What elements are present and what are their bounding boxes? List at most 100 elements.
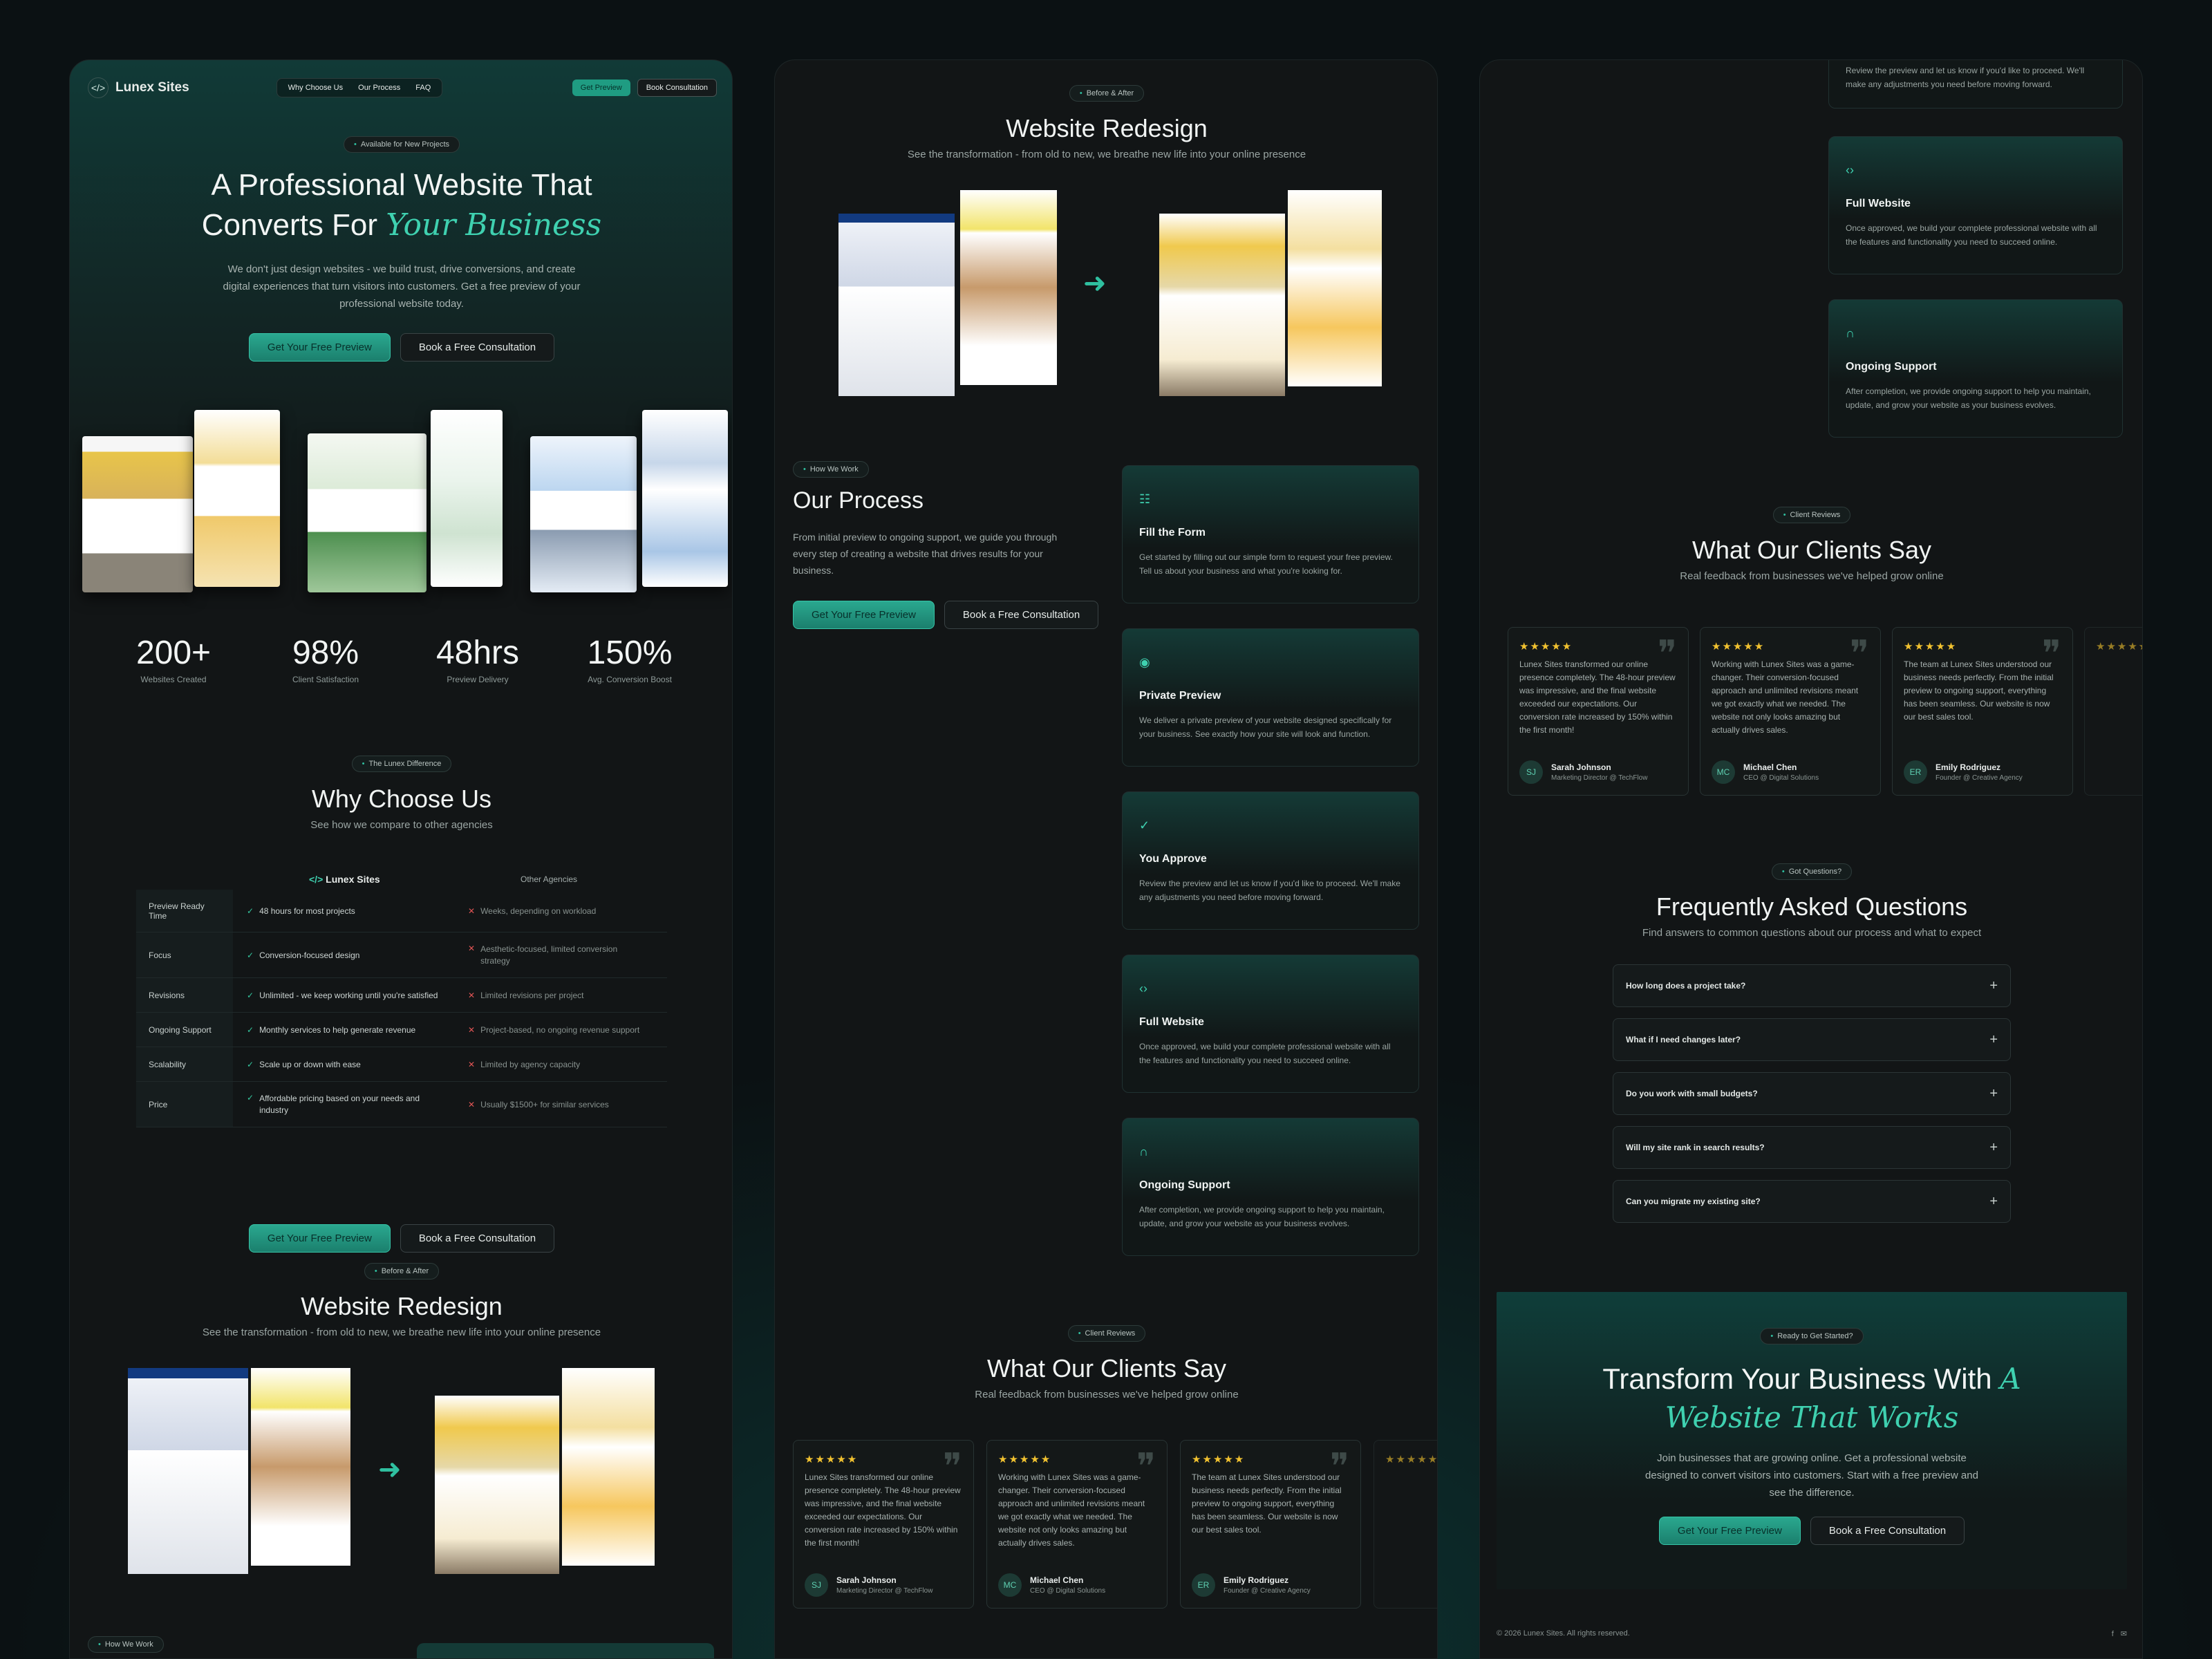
row-them: Limited by agency capacity	[480, 1059, 581, 1069]
cta-description: Join businesses that are growing online.…	[1645, 1452, 1978, 1499]
avatar: ER	[1904, 760, 1927, 784]
x-icon: ✕	[468, 906, 476, 916]
check-icon: ✓	[247, 1092, 254, 1103]
mail-icon[interactable]: ✉	[2121, 1630, 2127, 1638]
review-author: Sarah Johnson	[1551, 762, 1611, 772]
row-key: Ongoing Support	[136, 1013, 233, 1047]
hero-free-preview-button[interactable]: Get Your Free Preview	[248, 333, 391, 362]
panel-home-middle: Before & After Website Redesign See the …	[774, 59, 1438, 1659]
process-step-full: ‹› Full Website Once approved, we build yo…	[1828, 136, 2123, 274]
faq-item[interactable]: Do you work with small budgets? +	[1613, 1072, 2011, 1115]
cta-consultation-button[interactable]: Book a Free Consultation	[1810, 1517, 1965, 1545]
why-free-preview-button[interactable]: Get Your Free Preview	[248, 1224, 391, 1253]
headphones-icon: ∩	[1846, 326, 1855, 340]
redesign-badge: Before & After	[364, 1263, 440, 1280]
comparison-table: Preview Ready Time ✓ 48 hours for most pro…	[136, 890, 667, 1127]
row-key: Preview Ready Time	[136, 890, 233, 932]
review-text: Lunex Sites transformed our online prese…	[805, 1472, 961, 1548]
review-author: Michael Chen	[1743, 762, 1797, 772]
process-title: Our Process	[793, 487, 924, 514]
quote-icon: ❞	[943, 1446, 962, 1488]
reviews-subtitle: Real feedback from businesses we've help…	[975, 1389, 1239, 1400]
redesign-subtitle: See the transformation - from old to new…	[907, 149, 1306, 160]
stat-value: 98%	[292, 635, 359, 671]
process-step-approve-partial: Review the preview and let us know if yo…	[1828, 60, 2123, 109]
process-description: From initial preview to ongoing support,…	[793, 532, 1058, 576]
why-consultation-button[interactable]: Book a Free Consultation	[400, 1224, 555, 1253]
row-them: Limited revisions per project	[480, 990, 584, 1000]
step-description: After completion, we provide ongoing sup…	[1846, 386, 2091, 410]
step-description: After completion, we provide ongoing sup…	[1139, 1205, 1385, 1228]
step-title: Fill the Form	[1139, 527, 1206, 538]
redesign-badge: Before & After	[1069, 85, 1145, 102]
cta-title-accent: A	[2000, 1362, 2021, 1396]
process-badge-bottom: How We Work	[88, 1636, 164, 1653]
code-icon: ‹›	[1139, 982, 1147, 995]
nav-faq[interactable]: FAQ	[415, 84, 431, 92]
step-title: Private Preview	[1139, 690, 1221, 702]
faq-item[interactable]: What if I need changes later? +	[1613, 1018, 2011, 1061]
faq-badge: Got Questions?	[1771, 863, 1853, 880]
review-author: Sarah Johnson	[836, 1575, 897, 1585]
faq-item[interactable]: Will my site rank in search results? +	[1613, 1126, 2011, 1169]
x-icon: ✕	[468, 1024, 476, 1035]
stat-conversion: 150% Avg. Conversion Boost	[561, 634, 699, 684]
book-consultation-button[interactable]: Book Consultation	[637, 79, 717, 97]
stats-row: 200+ Websites Created 98% Client Satisfact…	[70, 634, 732, 684]
step-title: Ongoing Support	[1846, 361, 1937, 373]
get-preview-button[interactable]: Get Preview	[572, 79, 630, 96]
faq-question: Will my site rank in search results?	[1626, 1143, 1765, 1152]
reviews-title: What Our Clients Say	[1691, 536, 1932, 564]
faq-item[interactable]: Can you migrate my existing site? +	[1613, 1180, 2011, 1223]
why-subtitle: See how we compare to other agencies	[310, 819, 493, 831]
review-text: Working with Lunex Sites was a game-chan…	[1712, 659, 1859, 735]
table-row: Preview Ready Time ✓ 48 hours for most pro…	[136, 890, 667, 932]
footer: © 2026 Lunex Sites. All rights reserved.…	[1497, 1629, 2127, 1638]
review-author: Emily Rodriguez	[1224, 1575, 1289, 1585]
arrow-icon: ➜	[1083, 268, 1107, 299]
main-nav: Why Choose Us Our Process FAQ	[276, 78, 443, 97]
quote-icon: ❞	[1850, 633, 1869, 675]
mockup-business-2	[642, 410, 728, 587]
review-role: CEO @ Digital Solutions	[1030, 1587, 1106, 1595]
avatar: MC	[998, 1573, 1022, 1597]
review-text: The team at Lunex Sites understood our b…	[1904, 659, 2054, 722]
process-card-preview	[417, 1643, 714, 1658]
plus-icon: +	[1989, 977, 1998, 993]
after-screenshot-2	[1288, 190, 1382, 386]
comparison-header: </> Lunex Sites Other Agencies	[136, 869, 667, 890]
stat-satisfaction: 98% Client Satisfaction	[256, 634, 395, 684]
facebook-icon[interactable]: f	[2112, 1630, 2114, 1638]
process-consultation-button[interactable]: Book a Free Consultation	[944, 601, 1099, 629]
star-rating: ★★★★★	[1904, 641, 1958, 653]
review-card: ❞ ★★★★★ Working with Lunex Sites was a gam…	[986, 1440, 1168, 1609]
step-description: Once approved, we build your complete pr…	[1846, 223, 2097, 247]
process-step-support: ∩ Ongoing Support After completion, we pro…	[1122, 1118, 1419, 1256]
before-screenshot-1	[838, 214, 955, 396]
hero-consultation-button[interactable]: Book a Free Consultation	[400, 333, 555, 362]
review-card-partial: ★★★★★	[1374, 1440, 1438, 1609]
process-free-preview-button[interactable]: Get Your Free Preview	[793, 601, 935, 629]
nav-process[interactable]: Our Process	[358, 84, 400, 92]
panel-home-top: </> Lunex Sites Why Choose Us Our Proces…	[69, 59, 733, 1659]
faq-item[interactable]: How long does a project take? +	[1613, 964, 2011, 1007]
cta-free-preview-button[interactable]: Get Your Free Preview	[1658, 1517, 1801, 1545]
mockup-construction-1	[82, 436, 193, 592]
process-step-support: ∩ Ongoing Support After completion, we pro…	[1828, 299, 2123, 438]
eye-icon: ◉	[1139, 655, 1150, 669]
quote-icon: ❞	[1330, 1446, 1349, 1488]
redesign-title: Website Redesign	[1006, 114, 1208, 142]
cta-title-accent-line2: Website That Works	[1665, 1400, 1959, 1434]
col-them: Other Agencies	[521, 874, 578, 884]
star-rating: ★★★★★	[2096, 641, 2142, 653]
stat-value: 48hrs	[435, 635, 520, 671]
review-role: Founder @ Creative Agency	[1936, 774, 2023, 782]
avatar: ER	[1192, 1573, 1215, 1597]
nav-why[interactable]: Why Choose Us	[288, 84, 343, 92]
before-screenshot-2	[251, 1368, 350, 1566]
stat-label: Preview Delivery	[447, 675, 509, 684]
mockup-medical-1	[308, 433, 427, 592]
star-rating: ★★★★★	[1385, 1454, 1438, 1465]
stat-label: Websites Created	[140, 675, 207, 684]
logo-text[interactable]: Lunex Sites	[115, 80, 189, 95]
